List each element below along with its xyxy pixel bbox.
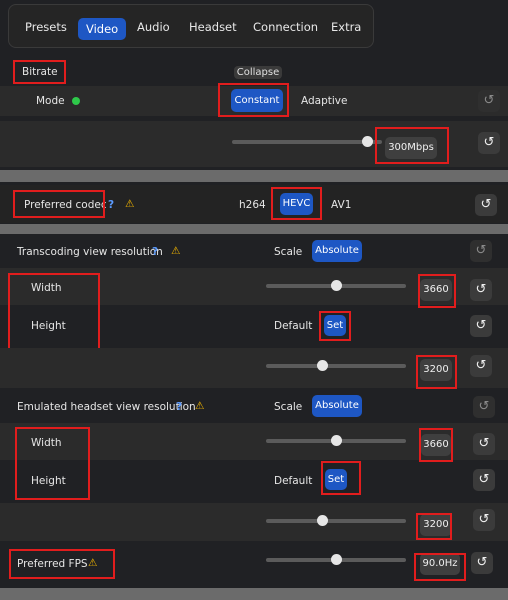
reset-icon[interactable]: ↺ [473, 433, 495, 455]
tab-bar: Presets Video Audio Headset Connection E… [8, 4, 374, 48]
highlight-box [418, 274, 456, 308]
slider-knob[interactable] [316, 360, 328, 371]
width-slider[interactable] [266, 280, 406, 291]
slider-knob[interactable] [330, 435, 342, 446]
tab-connection[interactable]: Connection [253, 20, 318, 34]
collapse-button[interactable]: Collapse [234, 66, 282, 79]
reset-icon[interactable]: ↺ [478, 90, 500, 112]
slider-knob[interactable] [361, 136, 373, 147]
codec-h264-button[interactable]: h264 [239, 199, 266, 211]
tab-headset[interactable]: Headset [189, 20, 237, 34]
absolute-button[interactable]: Absolute [312, 395, 362, 417]
slider-knob[interactable] [330, 280, 342, 291]
reset-icon[interactable]: ↺ [470, 240, 492, 262]
highlight-box [319, 311, 351, 341]
reset-icon[interactable]: ↺ [473, 469, 495, 491]
bitrate-slider[interactable] [232, 136, 382, 147]
highlight-box [416, 513, 452, 540]
help-icon[interactable]: ? [152, 246, 158, 258]
highlight-box [9, 549, 115, 579]
highlight-box [8, 273, 100, 357]
slider-knob[interactable] [330, 554, 342, 565]
height-slider[interactable] [266, 515, 406, 526]
absolute-button[interactable]: Absolute [312, 240, 362, 262]
tab-audio[interactable]: Audio [137, 20, 170, 34]
highlight-box [321, 461, 361, 495]
codec-av1-button[interactable]: AV1 [331, 199, 351, 211]
highlight-box [218, 83, 289, 117]
section-divider [0, 224, 508, 234]
reset-icon[interactable]: ↺ [470, 279, 492, 301]
warning-icon: ⚠ [125, 198, 135, 210]
scale-button[interactable]: Scale [274, 246, 302, 258]
reset-icon[interactable]: ↺ [473, 509, 495, 531]
highlight-box [13, 60, 66, 84]
mode-adaptive-button[interactable]: Adaptive [301, 95, 347, 107]
height-slider[interactable] [266, 360, 406, 371]
fps-slider[interactable] [266, 554, 406, 565]
section-divider [0, 588, 508, 600]
width-slider[interactable] [266, 435, 406, 446]
reset-icon[interactable]: ↺ [473, 396, 495, 418]
highlight-box [271, 187, 322, 220]
status-dot [72, 97, 80, 105]
tab-video[interactable]: Video [78, 18, 127, 40]
reset-icon[interactable]: ↺ [470, 355, 492, 377]
highlight-box [416, 355, 457, 389]
highlight-box [15, 427, 90, 500]
reset-icon[interactable]: ↺ [478, 132, 500, 154]
mode-label: Mode [36, 95, 65, 107]
highlight-box [13, 190, 105, 218]
help-icon[interactable]: ? [108, 199, 114, 211]
slider-knob[interactable] [316, 515, 328, 526]
tab-presets[interactable]: Presets [25, 20, 67, 34]
scale-button[interactable]: Scale [274, 401, 302, 413]
reset-icon[interactable]: ↺ [475, 194, 497, 216]
default-button[interactable]: Default [274, 475, 312, 487]
tab-extra[interactable]: Extra [331, 20, 361, 34]
highlight-box [414, 553, 466, 581]
reset-icon[interactable]: ↺ [470, 315, 492, 337]
emulated-title: Emulated headset view resolution [17, 401, 196, 413]
warning-icon: ⚠ [195, 400, 205, 412]
default-button[interactable]: Default [274, 320, 312, 332]
highlight-box [375, 127, 449, 164]
highlight-box [419, 428, 453, 462]
section-divider [0, 170, 508, 182]
reset-icon[interactable]: ↺ [471, 552, 493, 574]
transcoding-title: Transcoding view resolution [17, 246, 163, 258]
help-icon[interactable]: ? [176, 401, 182, 413]
warning-icon: ⚠ [171, 245, 181, 257]
